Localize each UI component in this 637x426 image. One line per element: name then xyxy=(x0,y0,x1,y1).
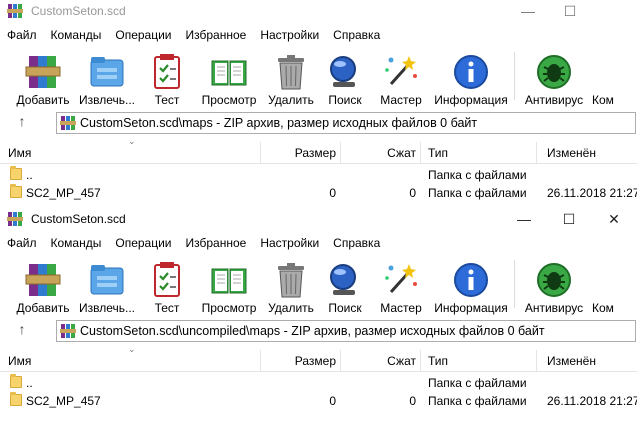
comment-button[interactable]: Ком xyxy=(592,258,626,316)
column-type[interactable]: Тип xyxy=(428,146,448,160)
menu-help[interactable]: Справка xyxy=(326,26,387,44)
bug-icon xyxy=(537,263,571,297)
close-button[interactable]: ✕ xyxy=(591,208,637,230)
file-row[interactable]: SC2_MP_457 0 0 Папка с файлами 26.11.201… xyxy=(0,184,637,202)
bug-icon xyxy=(537,55,571,89)
open-book-icon xyxy=(211,268,247,294)
info-button[interactable]: Информация xyxy=(432,258,510,316)
wizard-button[interactable]: Мастер xyxy=(374,50,428,108)
trash-bin-icon xyxy=(278,263,304,298)
file-row-parent[interactable]: .. Папка с файлами xyxy=(0,166,637,184)
maximize-button[interactable]: ☐ xyxy=(546,208,592,230)
magic-wand-icon xyxy=(385,264,417,294)
address-bar: ↑ CustomSeton.scd\maps - ZIP архив, разм… xyxy=(0,110,637,136)
info-icon xyxy=(454,55,488,89)
folder-icon xyxy=(10,392,22,406)
file-row[interactable]: SC2_MP_457 0 0 Папка с файлами 26.11.201… xyxy=(0,392,637,410)
wizard-button[interactable]: Мастер xyxy=(374,258,428,316)
column-packed[interactable]: Сжат xyxy=(350,146,416,160)
magnifier-icon xyxy=(330,56,356,87)
folder-icon xyxy=(10,374,22,388)
menu-bar: Файл Команды Операции Избранное Настройк… xyxy=(0,26,387,44)
column-size[interactable]: Размер xyxy=(270,146,336,160)
path-text: CustomSeton.scd\uncompiled\maps - ZIP ар… xyxy=(80,324,545,338)
antivirus-button[interactable]: Антивирус xyxy=(522,258,586,316)
delete-button[interactable]: Удалить xyxy=(264,50,318,108)
view-button[interactable]: Просмотр xyxy=(198,50,260,108)
menu-help[interactable]: Справка xyxy=(326,234,387,252)
up-arrow-icon[interactable]: ↑ xyxy=(12,321,32,341)
menu-operations[interactable]: Операции xyxy=(108,234,178,252)
menu-favorites[interactable]: Избранное xyxy=(179,26,254,44)
delete-button[interactable]: Удалить xyxy=(264,258,318,316)
test-button[interactable]: Тест xyxy=(144,50,190,108)
minimize-button[interactable]: — xyxy=(505,0,551,22)
info-button[interactable]: Информация xyxy=(432,50,510,108)
menu-file[interactable]: Файл xyxy=(0,234,44,252)
folder-icon xyxy=(10,166,22,180)
folder-extract-icon xyxy=(90,57,124,87)
column-name[interactable]: Имя xyxy=(8,146,31,160)
view-button[interactable]: Просмотр xyxy=(198,258,260,316)
column-modified[interactable]: Изменён xyxy=(547,146,596,160)
column-type[interactable]: Тип xyxy=(428,354,448,368)
folder-extract-icon xyxy=(90,265,124,295)
comment-button[interactable]: Ком xyxy=(592,50,626,108)
archive-icon xyxy=(60,116,76,130)
minimize-button[interactable]: — xyxy=(501,208,547,230)
winrar-app-icon xyxy=(7,4,23,18)
column-packed[interactable]: Сжат xyxy=(350,354,416,368)
add-button[interactable]: Добавить xyxy=(12,258,74,316)
winrar-app-icon xyxy=(7,212,23,226)
column-modified[interactable]: Изменён xyxy=(547,354,596,368)
menu-settings[interactable]: Настройки xyxy=(253,26,326,44)
find-button[interactable]: Поиск xyxy=(322,50,368,108)
column-header: Имя Размер Сжат Тип Изменён xyxy=(0,142,637,164)
window-title: CustomSeton.scd xyxy=(31,4,126,18)
title-bar[interactable]: CustomSeton.scd — ☐ ✕ xyxy=(0,208,637,230)
open-book-icon xyxy=(211,60,247,86)
archive-books-icon xyxy=(25,56,61,88)
up-arrow-icon[interactable]: ↑ xyxy=(12,113,32,133)
maximize-button[interactable]: ☐ xyxy=(547,0,593,22)
title-bar[interactable]: CustomSeton.scd — ☐ xyxy=(0,0,637,22)
address-bar: ↑ CustomSeton.scd\uncompiled\maps - ZIP … xyxy=(0,318,637,344)
menu-operations[interactable]: Операции xyxy=(108,26,178,44)
archive-icon xyxy=(60,324,76,338)
info-icon xyxy=(454,263,488,297)
find-button[interactable]: Поиск xyxy=(322,258,368,316)
path-field[interactable]: CustomSeton.scd\uncompiled\maps - ZIP ар… xyxy=(56,320,636,342)
path-field[interactable]: CustomSeton.scd\maps - ZIP архив, размер… xyxy=(56,112,636,134)
column-name[interactable]: Имя xyxy=(8,354,31,368)
clipboard-check-icon xyxy=(154,54,180,89)
column-size[interactable]: Размер xyxy=(270,354,336,368)
magic-wand-icon xyxy=(385,56,417,86)
menu-settings[interactable]: Настройки xyxy=(253,234,326,252)
archive-books-icon xyxy=(25,264,61,296)
winrar-window-1: CustomSeton.scd — ☐ Файл Команды Операци… xyxy=(0,0,637,208)
clipboard-check-icon xyxy=(154,262,180,297)
extract-button[interactable]: Извлечь... xyxy=(76,258,138,316)
column-header: Имя Размер Сжат Тип Изменён xyxy=(0,350,637,372)
menu-commands[interactable]: Команды xyxy=(44,26,109,44)
toolbar: Добавить Извлечь... Тест Просмотр Удалит… xyxy=(0,46,637,108)
toolbar: Добавить Извлечь... Тест Просмотр Удалит… xyxy=(0,254,637,316)
extract-button[interactable]: Извлечь... xyxy=(76,50,138,108)
toolbar-separator xyxy=(514,260,515,308)
winrar-window-2: CustomSeton.scd — ☐ ✕ Файл Команды Опера… xyxy=(0,208,637,426)
file-row-parent[interactable]: .. Папка с файлами xyxy=(0,374,637,392)
trash-bin-icon xyxy=(278,55,304,90)
window-title: CustomSeton.scd xyxy=(31,212,126,226)
folder-icon xyxy=(10,184,22,198)
menu-bar: Файл Команды Операции Избранное Настройк… xyxy=(0,234,387,252)
menu-file[interactable]: Файл xyxy=(0,26,44,44)
menu-favorites[interactable]: Избранное xyxy=(179,234,254,252)
antivirus-button[interactable]: Антивирус xyxy=(522,50,586,108)
test-button[interactable]: Тест xyxy=(144,258,190,316)
path-text: CustomSeton.scd\maps - ZIP архив, размер… xyxy=(80,116,478,130)
toolbar-separator xyxy=(514,52,515,100)
add-button[interactable]: Добавить xyxy=(12,50,74,108)
magnifier-icon xyxy=(330,264,356,295)
menu-commands[interactable]: Команды xyxy=(44,234,109,252)
